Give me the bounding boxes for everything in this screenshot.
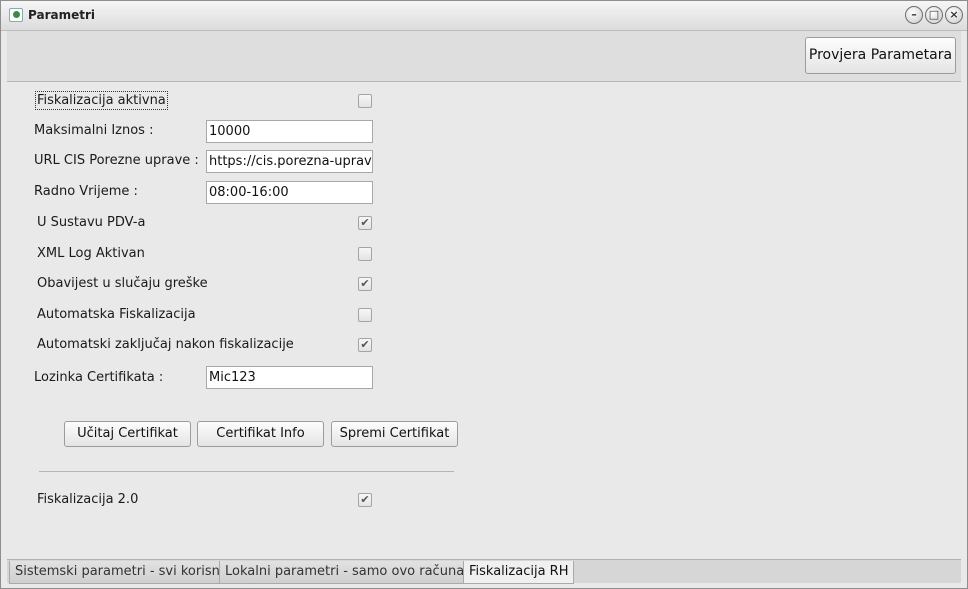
working-hours-field[interactable]: 08:00-16:00 [206, 181, 373, 204]
vat-system-checkbox[interactable]: ✔ [358, 216, 372, 230]
fiscalization-active-label: Fiskalizacija aktivna [35, 91, 168, 110]
maximize-icon[interactable]: □ [925, 6, 943, 24]
app-icon [9, 8, 23, 22]
title-bar[interactable]: Parametri – □ × [1, 1, 967, 31]
auto-lock-label: Automatski zaključaj nakon fiskalizacije [37, 337, 294, 352]
section-divider [39, 471, 454, 472]
fiscalization-2-checkbox[interactable]: ✔ [358, 493, 372, 507]
vat-system-label: U Sustavu PDV-a [37, 215, 146, 230]
max-amount-field[interactable]: 10000 [206, 120, 373, 143]
verify-parameters-button[interactable]: Provjera Parametara [805, 37, 956, 74]
parameters-window: Parametri – □ × Provjera Parametara Fisk… [0, 0, 968, 589]
xml-log-label: XML Log Aktivan [37, 246, 145, 261]
tab-bar: Sistemski parametri - svi korisnici Loka… [7, 559, 961, 584]
tab-system-parameters[interactable]: Sistemski parametri - svi korisnici [9, 561, 241, 584]
cis-url-field[interactable]: https://cis.porezna-uprava [206, 150, 373, 173]
window-title: Parametri [28, 8, 95, 22]
minimize-icon[interactable]: – [905, 6, 923, 24]
auto-lock-checkbox[interactable]: ✔ [358, 338, 372, 352]
error-notify-label: Obavijest u slučaju greške [37, 276, 208, 291]
fiscalization-2-label: Fiskalizacija 2.0 [37, 492, 139, 507]
working-hours-label: Radno Vrijeme : [34, 184, 138, 199]
fiscalization-active-checkbox[interactable] [358, 94, 372, 108]
cis-url-label: URL CIS Porezne uprave : [34, 153, 199, 168]
load-certificate-button[interactable]: Učitaj Certifikat [64, 421, 191, 447]
toolbar: Provjera Parametara [7, 31, 961, 82]
certificate-password-label: Lozinka Certifikata : [34, 370, 164, 385]
save-certificate-button[interactable]: Spremi Certifikat [331, 421, 458, 447]
auto-fiscalization-checkbox[interactable] [358, 308, 372, 322]
fiscalization-panel: Fiskalizacija aktivna Maksimalni Iznos :… [7, 82, 961, 559]
auto-fiscalization-label: Automatska Fiskalizacija [37, 307, 196, 322]
certificate-password-field[interactable]: Mic123 [206, 366, 373, 389]
certificate-info-button[interactable]: Certifikat Info [197, 421, 324, 447]
tab-fiscalization-rh[interactable]: Fiskalizacija RH [463, 561, 575, 584]
max-amount-label: Maksimalni Iznos : [34, 123, 154, 138]
error-notify-checkbox[interactable]: ✔ [358, 277, 372, 291]
tab-local-parameters[interactable]: Lokalni parametri - samo ovo računalo [219, 561, 482, 584]
xml-log-checkbox[interactable] [358, 247, 372, 261]
close-icon[interactable]: × [945, 6, 963, 24]
